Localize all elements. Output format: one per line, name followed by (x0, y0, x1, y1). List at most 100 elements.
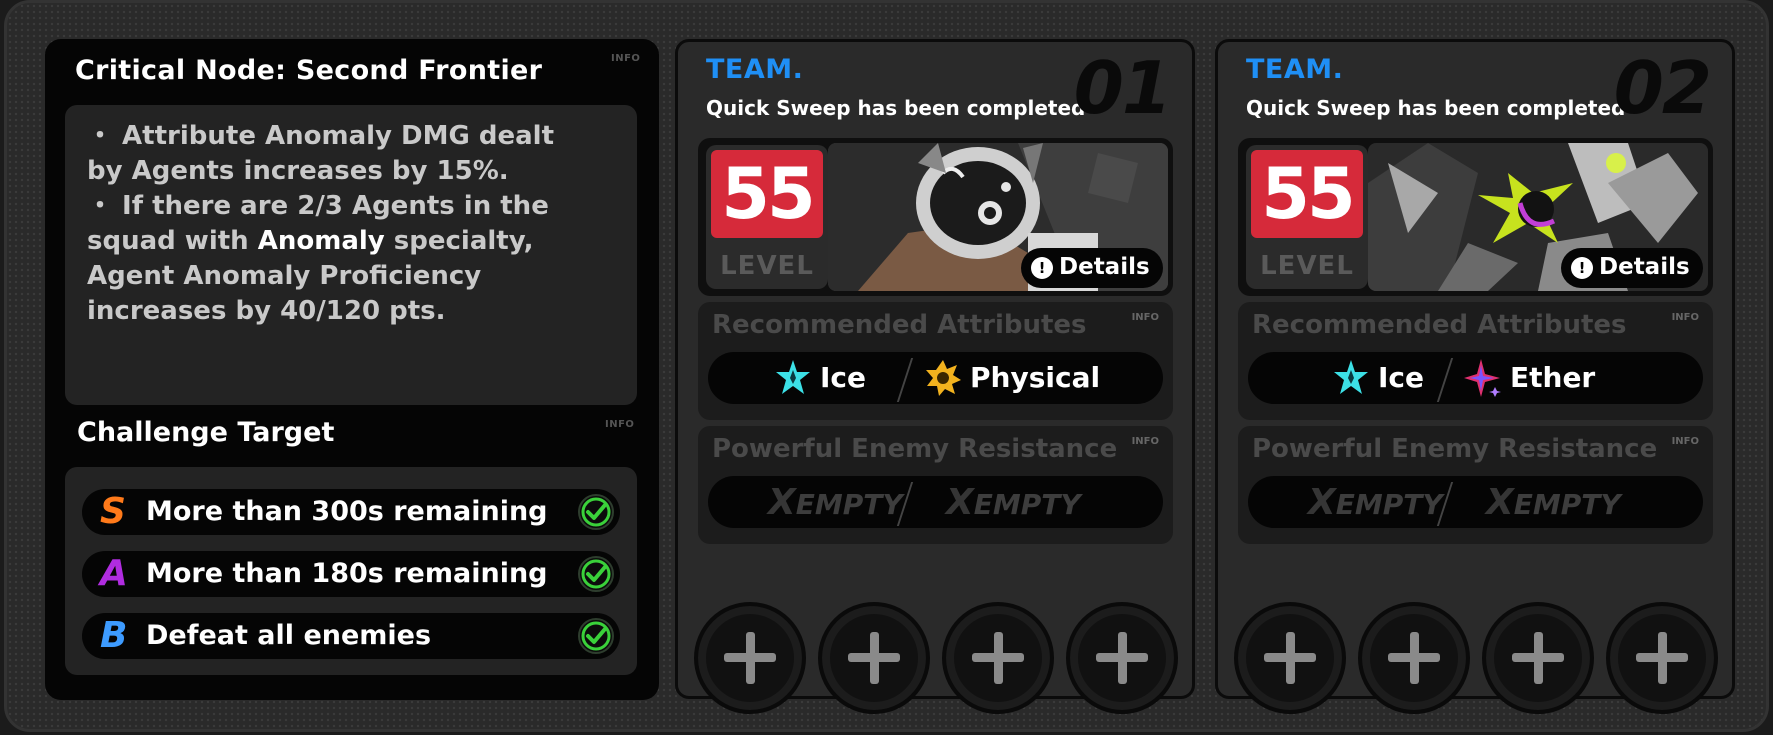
resistance-empty: XEMPTY (1308, 482, 1443, 523)
description-line: ・ If there are 2/3 Agents in the (87, 191, 549, 221)
check-icon (578, 556, 614, 592)
physical-icon (926, 360, 961, 396)
agent-slot-1[interactable] (1234, 602, 1346, 714)
target-row-b: B Defeat all enemies (82, 613, 620, 659)
agent-slot-4[interactable] (1066, 602, 1178, 714)
plus-icon (848, 632, 900, 684)
divider (1436, 358, 1454, 402)
resistance-pill: XEMPTY XEMPTY (1248, 476, 1703, 528)
agent-slot-3[interactable] (942, 602, 1054, 714)
ice-icon (1334, 360, 1368, 394)
divider (896, 358, 914, 402)
description-line: ・ Attribute Anomaly DMG dealt (87, 121, 555, 151)
recommended-attributes: Recommended Attributes INFO Ice Physical (698, 302, 1173, 420)
attribute-pill: Ice Ether (1248, 352, 1703, 404)
resistance-empty: XEMPTY (1486, 482, 1621, 523)
attribute-label: Ice (1378, 361, 1425, 394)
enemy-resistance: Powerful Enemy Resistance INFO XEMPTY XE… (1238, 426, 1713, 544)
x-icon: X (946, 482, 974, 523)
team-number: 02 (1613, 46, 1712, 130)
details-button[interactable]: ! Details (1021, 248, 1163, 288)
node-info-panel: Critical Node: Second Frontier INFO ・ At… (45, 39, 659, 700)
resistance-empty: XEMPTY (768, 482, 903, 523)
description-line: Agent Anomaly Proficiency (87, 261, 482, 291)
node-description: ・ Attribute Anomaly DMG dealt by Agents … (65, 105, 637, 405)
x-icon: X (768, 482, 796, 523)
resistance-info-button[interactable]: INFO (1672, 436, 1699, 447)
section-title: Powerful Enemy Resistance (1252, 434, 1658, 464)
recommended-info-button[interactable]: INFO (1132, 312, 1159, 323)
empty-label: EMPTY (973, 488, 1081, 521)
empty-label: EMPTY (1513, 488, 1621, 521)
level-label: LEVEL (1260, 251, 1354, 281)
node-info-button[interactable]: INFO (611, 53, 640, 64)
attribute-label: Ice (820, 361, 867, 394)
check-icon (578, 494, 614, 530)
empty-label: EMPTY (795, 488, 903, 521)
plus-icon (1096, 632, 1148, 684)
section-title: Recommended Attributes (712, 310, 1087, 340)
recommended-attributes: Recommended Attributes INFO Ice Ether (1238, 302, 1713, 420)
resistance-empty: XEMPTY (946, 482, 1081, 523)
x-icon: X (1308, 482, 1336, 523)
recommended-info-button[interactable]: INFO (1672, 312, 1699, 323)
grade-a-badge: A (100, 553, 128, 594)
description-text: specialty, (384, 226, 534, 256)
ice-icon (776, 360, 810, 394)
description-text: squad with (87, 226, 258, 256)
plus-icon (724, 632, 776, 684)
level-badge: 55 LEVEL (1246, 145, 1368, 289)
plus-icon (1388, 632, 1440, 684)
resistance-pill: XEMPTY XEMPTY (708, 476, 1163, 528)
target-row-a: A More than 180s remaining (82, 551, 620, 597)
empty-label: EMPTY (1335, 488, 1443, 521)
level-number: 55 (711, 150, 823, 238)
x-icon: X (1486, 482, 1514, 523)
team-number: 01 (1073, 46, 1172, 130)
description-line: squad with Anomaly specialty, (87, 224, 615, 259)
description-line: increases by 40/120 pts. (87, 296, 446, 326)
plus-icon (972, 632, 1024, 684)
plus-icon (1636, 632, 1688, 684)
level-label: LEVEL (720, 251, 814, 281)
agent-slot-4[interactable] (1606, 602, 1718, 714)
agent-slot-3[interactable] (1482, 602, 1594, 714)
info-icon: ! (1031, 257, 1053, 279)
grade-b-badge: B (100, 615, 128, 656)
ether-icon (1464, 359, 1501, 397)
check-icon (578, 618, 614, 654)
details-button[interactable]: ! Details (1561, 248, 1703, 288)
resistance-info-button[interactable]: INFO (1132, 436, 1159, 447)
team-panel-02: TEAM. Quick Sweep has been completed 02 (1215, 39, 1735, 714)
team-status: Quick Sweep has been completed (1246, 96, 1626, 120)
attribute-label: Ether (1510, 361, 1596, 394)
team-label: TEAM. (1246, 54, 1344, 85)
section-title: Recommended Attributes (1252, 310, 1627, 340)
plus-icon (1264, 632, 1316, 684)
team-label: TEAM. (706, 54, 804, 85)
enemy-resistance: Powerful Enemy Resistance INFO XEMPTY XE… (698, 426, 1173, 544)
description-line: by Agents increases by 15%. (87, 156, 509, 186)
target-row-s: S More than 300s remaining (82, 489, 620, 535)
challenge-info-button[interactable]: INFO (605, 419, 634, 430)
info-icon: ! (1571, 257, 1593, 279)
challenge-targets: S More than 300s remaining A More than 1… (65, 467, 637, 675)
level-badge: 55 LEVEL (706, 145, 828, 289)
enemy-card[interactable]: 55 LEVEL ! Details (698, 138, 1173, 296)
details-label: Details (1599, 254, 1690, 280)
attribute-pill: Ice Physical (708, 352, 1163, 404)
boss-challenge-frame: Critical Node: Second Frontier INFO ・ At… (4, 0, 1769, 732)
agent-slot-1[interactable] (694, 602, 806, 714)
node-title: Critical Node: Second Frontier (75, 55, 543, 86)
target-text: More than 180s remaining (146, 558, 548, 589)
agent-slot-2[interactable] (1358, 602, 1470, 714)
level-number: 55 (1251, 150, 1363, 238)
details-label: Details (1059, 254, 1150, 280)
target-text: More than 300s remaining (146, 496, 548, 527)
team-panel-01: TEAM. Quick Sweep has been completed 01 (675, 39, 1195, 714)
plus-icon (1512, 632, 1564, 684)
agent-slot-2[interactable] (818, 602, 930, 714)
enemy-card[interactable]: 55 LEVEL ! Details (1238, 138, 1713, 296)
attribute-label: Physical (970, 361, 1101, 394)
grade-s-badge: S (100, 491, 126, 532)
